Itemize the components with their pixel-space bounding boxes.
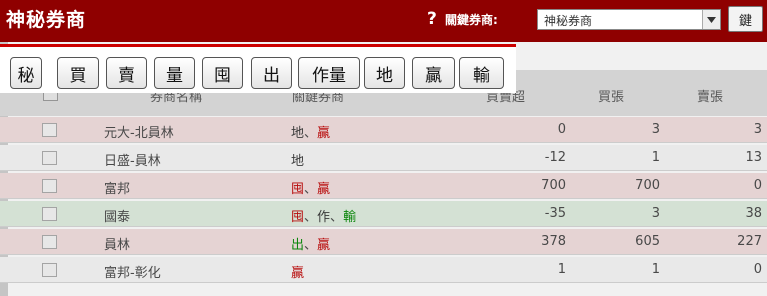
net-value: 1: [557, 262, 566, 277]
row-checkbox[interactable]: [42, 123, 57, 137]
column-header-buy[interactable]: 買張: [598, 86, 624, 105]
buy-value: 700: [635, 178, 660, 193]
filter-button-panel: 秘買賣量囤出作量地贏輸: [0, 44, 516, 93]
sell-value: 227: [737, 234, 762, 249]
filter-button-5[interactable]: 出: [251, 57, 292, 89]
broker-select[interactable]: 神秘券商: [537, 9, 721, 30]
tag-separator: 、: [304, 238, 318, 253]
broker-name[interactable]: 國泰: [104, 206, 130, 225]
broker-tag: 囤: [291, 182, 305, 197]
table-row[interactable]: 富邦 囤、贏 700 700 0: [0, 173, 767, 199]
buy-value: 3: [651, 122, 660, 137]
filter-button-4[interactable]: 囤: [202, 57, 243, 89]
key-broker-tags: 地、贏: [291, 122, 330, 141]
go-button[interactable]: 鍵: [728, 6, 763, 32]
key-broker-tags: 囤、贏: [291, 178, 330, 197]
key-broker-tags: 贏: [291, 262, 304, 281]
broker-name[interactable]: 日盛-員林: [104, 150, 161, 169]
broker-name[interactable]: 富邦-彰化: [104, 262, 161, 281]
row-checkbox[interactable]: [42, 179, 57, 193]
key-broker-tags: 地: [291, 150, 304, 169]
sell-value: 13: [745, 150, 762, 165]
tag-separator: 、: [304, 182, 318, 197]
tag-separator: 、: [304, 210, 318, 225]
row-checkbox[interactable]: [42, 207, 57, 221]
broker-tag: 贏: [317, 182, 331, 197]
filter-button-6[interactable]: 作量: [298, 57, 360, 89]
broker-tag: 贏: [317, 126, 331, 141]
header-bar: 神秘券商 ? 關鍵券商: 神秘券商 鍵: [0, 0, 767, 38]
net-value: 378: [541, 234, 566, 249]
tag-separator: 、: [304, 126, 318, 141]
chevron-down-icon[interactable]: [702, 10, 720, 29]
broker-tag: 作: [317, 210, 331, 225]
table-row[interactable]: 日盛-員林 地 -12 1 13: [0, 145, 767, 171]
filter-button-0[interactable]: 秘: [10, 57, 42, 89]
filter-button-1[interactable]: 買: [57, 57, 99, 89]
table-row[interactable]: 富邦-彰化 贏 1 1 0: [0, 257, 767, 283]
buy-value: 605: [635, 234, 660, 249]
broker-tag: 出: [291, 238, 305, 253]
filter-label: 關鍵券商:: [445, 13, 498, 27]
net-value: 700: [541, 178, 566, 193]
table-row[interactable]: 員林 出、贏 378 605 227: [0, 229, 767, 255]
filter-button-9[interactable]: 輸: [459, 57, 504, 89]
key-broker-tags: 囤、作、輸: [291, 206, 356, 225]
broker-tag: 囤: [291, 210, 305, 225]
filter-button-3[interactable]: 量: [154, 57, 195, 89]
net-value: -12: [544, 150, 566, 165]
net-value: -35: [544, 206, 566, 221]
broker-select-value: 神秘券商: [544, 14, 593, 28]
column-header-sell[interactable]: 賣張: [697, 86, 723, 105]
filter-button-7[interactable]: 地: [364, 57, 405, 89]
row-checkbox[interactable]: [42, 151, 57, 165]
sell-value: 0: [753, 262, 762, 277]
broker-tag: 地: [291, 126, 305, 141]
buy-value: 3: [651, 206, 660, 221]
row-checkbox[interactable]: [42, 235, 57, 249]
sell-value: 0: [753, 178, 762, 193]
broker-tag: 地: [291, 154, 305, 169]
broker-name[interactable]: 員林: [104, 234, 130, 253]
buy-value: 1: [651, 262, 660, 277]
filter-button-8[interactable]: 贏: [412, 57, 455, 89]
sell-value: 38: [745, 206, 762, 221]
broker-tag: 贏: [317, 238, 331, 253]
broker-name[interactable]: 富邦: [104, 178, 130, 197]
broker-tag: 輸: [343, 210, 357, 225]
row-checkbox[interactable]: [42, 263, 57, 277]
tag-separator: 、: [330, 210, 344, 225]
table-row[interactable]: 國泰 囤、作、輸 -35 3 38: [0, 201, 767, 227]
net-value: 0: [557, 122, 566, 137]
filter-button-2[interactable]: 賣: [106, 57, 147, 89]
page-title: 神秘券商: [6, 9, 87, 31]
table-row[interactable]: 元大-北員林 地、贏 0 3 3: [0, 117, 767, 143]
buy-value: 1: [651, 150, 660, 165]
broker-tag: 贏: [291, 266, 305, 281]
key-broker-tags: 出、贏: [291, 234, 330, 253]
broker-name[interactable]: 元大-北員林: [104, 122, 174, 141]
question-mark-icon[interactable]: ?: [427, 9, 441, 29]
sell-value: 3: [753, 122, 762, 137]
